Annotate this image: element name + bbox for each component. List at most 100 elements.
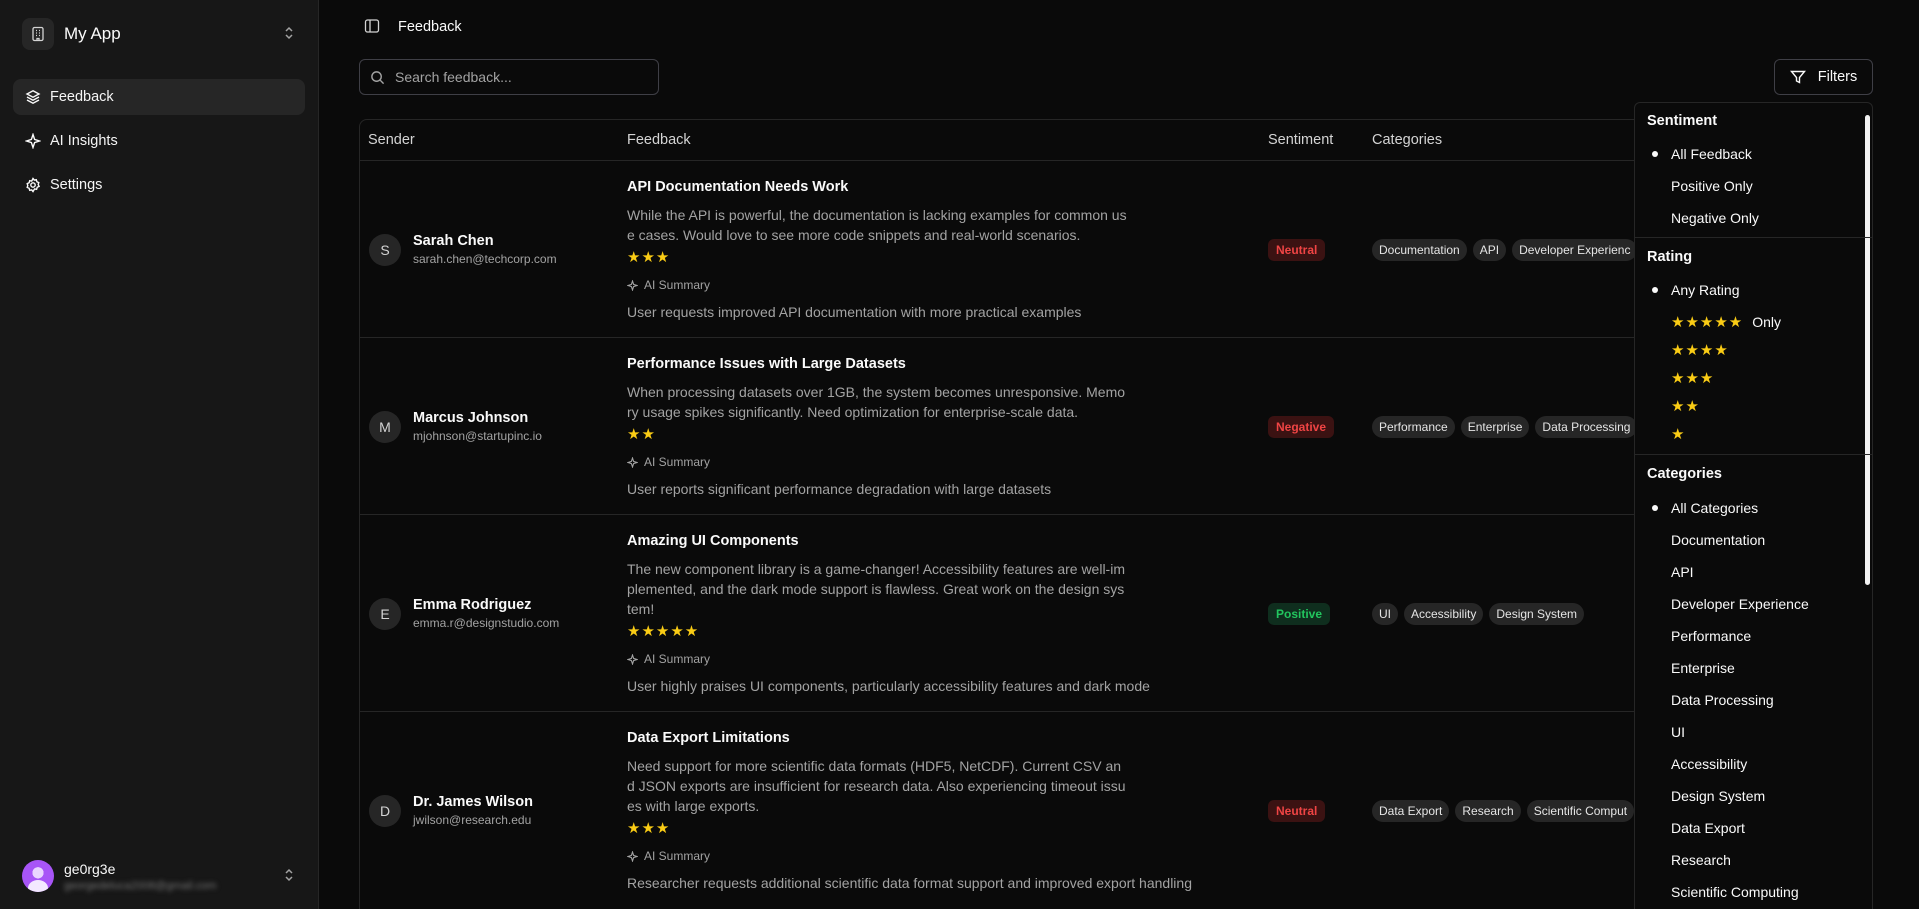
filters-button[interactable]: Filters bbox=[1774, 59, 1873, 95]
option-category-developer-experience[interactable]: Developer Experience bbox=[1647, 593, 1809, 615]
user-email: georgedeluca2008@gmail.com bbox=[64, 879, 217, 892]
feedback-text: When processing datasets over 1GB, the s… bbox=[627, 384, 1126, 420]
sidebar-nav: Feedback AI Insights Settings bbox=[13, 79, 305, 211]
sender-email: sarah.chen@techcorp.com bbox=[413, 252, 557, 266]
filters-label: Filters bbox=[1817, 69, 1858, 85]
option-rating-5[interactable]: ★★★★★ Only bbox=[1647, 311, 1781, 333]
avatar: S bbox=[369, 233, 401, 266]
category-tag: Research bbox=[1455, 800, 1521, 822]
option-rating-1[interactable]: ★ bbox=[1647, 423, 1685, 445]
option-rating-4[interactable]: ★★★★ bbox=[1647, 339, 1729, 361]
sparkles-icon bbox=[25, 133, 41, 149]
filters-dropdown: Sentiment All Feedback Positive Only Neg… bbox=[1634, 102, 1873, 909]
column-header-sentiment[interactable]: Sentiment bbox=[1268, 132, 1333, 148]
sparkles-icon bbox=[627, 653, 638, 665]
selected-dot-icon bbox=[1652, 151, 1658, 157]
star-rating: ★ bbox=[1671, 426, 1686, 443]
dropdown-label-rating: Rating bbox=[1647, 249, 1693, 265]
option-category-accessibility[interactable]: Accessibility bbox=[1647, 753, 1747, 775]
sidebar-toggle-icon[interactable] bbox=[364, 18, 380, 37]
gear-icon bbox=[26, 177, 41, 193]
sidebar-item-feedback[interactable]: Feedback bbox=[13, 79, 305, 115]
category-tag: Data Export bbox=[1372, 800, 1450, 822]
star-rating: ★★★ bbox=[1671, 370, 1715, 387]
chevrons-up-down-icon bbox=[282, 26, 296, 43]
app-name: My App bbox=[64, 24, 121, 43]
category-tag: Documentation bbox=[1372, 239, 1467, 261]
selected-dot-icon bbox=[1652, 505, 1658, 511]
option-category-all-categories[interactable]: All Categories bbox=[1647, 497, 1758, 519]
category-tag: Scientific Comput bbox=[1526, 800, 1635, 822]
category-tag: Design System bbox=[1489, 603, 1585, 625]
header: Feedback bbox=[364, 16, 462, 38]
option-sentiment-all[interactable]: All Feedback bbox=[1647, 143, 1752, 165]
dropdown-divider bbox=[1635, 237, 1872, 238]
option-category-performance[interactable]: Performance bbox=[1647, 625, 1751, 647]
feedback-title: Amazing UI Components bbox=[627, 533, 799, 549]
sparkles-icon bbox=[627, 279, 638, 291]
sender-cell: M Marcus Johnson mjohnson@startupinc.io bbox=[369, 410, 542, 443]
option-rating-2[interactable]: ★★ bbox=[1647, 395, 1700, 417]
feedback-cell: API Documentation Needs Work While the A… bbox=[627, 179, 1247, 320]
option-category-research[interactable]: Research bbox=[1647, 849, 1731, 871]
app-switcher[interactable]: My App bbox=[14, 14, 304, 54]
ai-summary-text: User highly praises UI components, parti… bbox=[627, 678, 1150, 694]
sender-name: Dr. James Wilson bbox=[413, 794, 533, 810]
breadcrumb: Feedback bbox=[398, 19, 462, 35]
star-rating: ★★★ bbox=[627, 249, 671, 266]
option-sentiment-negative[interactable]: Negative Only bbox=[1647, 207, 1759, 229]
sender-name: Emma Rodriguez bbox=[413, 597, 532, 613]
user-name: ge0rg3e bbox=[64, 860, 116, 877]
star-rating: ★★★★★ bbox=[627, 623, 700, 640]
column-header-sender[interactable]: Sender bbox=[368, 132, 415, 148]
option-sentiment-positive[interactable]: Positive Only bbox=[1647, 175, 1753, 197]
option-category-design-system[interactable]: Design System bbox=[1647, 785, 1765, 807]
ai-summary-text: Researcher requests additional scientifi… bbox=[627, 875, 1192, 891]
column-header-feedback[interactable]: Feedback bbox=[627, 132, 691, 148]
user-menu[interactable]: ge0rg3e georgedeluca2008@gmail.com bbox=[14, 854, 304, 898]
layers-icon bbox=[25, 90, 41, 104]
option-category-api[interactable]: API bbox=[1647, 561, 1694, 583]
category-tag: Data Processing bbox=[1535, 416, 1638, 438]
option-category-enterprise[interactable]: Enterprise bbox=[1647, 657, 1735, 679]
category-tag: UI bbox=[1372, 603, 1398, 625]
status-badge: Negative bbox=[1268, 416, 1335, 438]
ai-summary-label: AI Summary bbox=[627, 278, 1247, 292]
column-header-categories[interactable]: Categories bbox=[1372, 132, 1442, 148]
category-tags: Documentation API Developer Experienc bbox=[1372, 239, 1638, 261]
category-tag: Developer Experienc bbox=[1512, 239, 1638, 261]
search-box bbox=[359, 59, 659, 95]
sender-email: emma.r@designstudio.com bbox=[413, 616, 560, 630]
scrollbar[interactable] bbox=[1865, 115, 1870, 585]
category-tag: API bbox=[1472, 239, 1507, 261]
status-badge: Positive bbox=[1268, 603, 1331, 625]
option-category-documentation[interactable]: Documentation bbox=[1647, 529, 1765, 551]
sidebar-item-settings[interactable]: Settings bbox=[13, 167, 305, 203]
sidebar-item-ai-insights[interactable]: AI Insights bbox=[13, 123, 305, 159]
option-rating-3[interactable]: ★★★ bbox=[1647, 367, 1714, 389]
star-rating: ★★ bbox=[627, 426, 656, 443]
category-tags: Performance Enterprise Data Processing bbox=[1372, 416, 1638, 438]
search-input[interactable] bbox=[395, 69, 645, 85]
avatar bbox=[22, 860, 54, 892]
sender-cell: E Emma Rodriguez emma.r@designstudio.com bbox=[369, 597, 559, 630]
ai-summary-label: AI Summary bbox=[627, 849, 1247, 863]
feedback-text: While the API is powerful, the documenta… bbox=[627, 207, 1127, 243]
sidebar-item-label: AI Insights bbox=[50, 133, 118, 149]
feedback-title: API Documentation Needs Work bbox=[627, 179, 849, 195]
option-category-data-export[interactable]: Data Export bbox=[1647, 817, 1745, 839]
sender-cell: D Dr. James Wilson jwilson@research.edu bbox=[369, 794, 533, 827]
option-category-data-processing[interactable]: Data Processing bbox=[1647, 689, 1774, 711]
option-rating-any[interactable]: Any Rating bbox=[1647, 279, 1739, 301]
avatar: D bbox=[369, 794, 401, 827]
sender-name: Marcus Johnson bbox=[413, 410, 529, 426]
sparkles-icon bbox=[627, 850, 638, 862]
star-rating: ★★★★ bbox=[1671, 342, 1729, 359]
feedback-cell: Performance Issues with Large Datasets W… bbox=[627, 356, 1247, 497]
option-category-scientific-computing[interactable]: Scientific Computing bbox=[1647, 881, 1799, 903]
category-tags: UI Accessibility Design System bbox=[1372, 603, 1585, 625]
sender-email: jwilson@research.edu bbox=[413, 813, 532, 827]
option-category-ui[interactable]: UI bbox=[1647, 721, 1685, 743]
category-tags: Data Export Research Scientific Comput bbox=[1372, 800, 1635, 822]
dropdown-divider bbox=[1635, 454, 1872, 455]
